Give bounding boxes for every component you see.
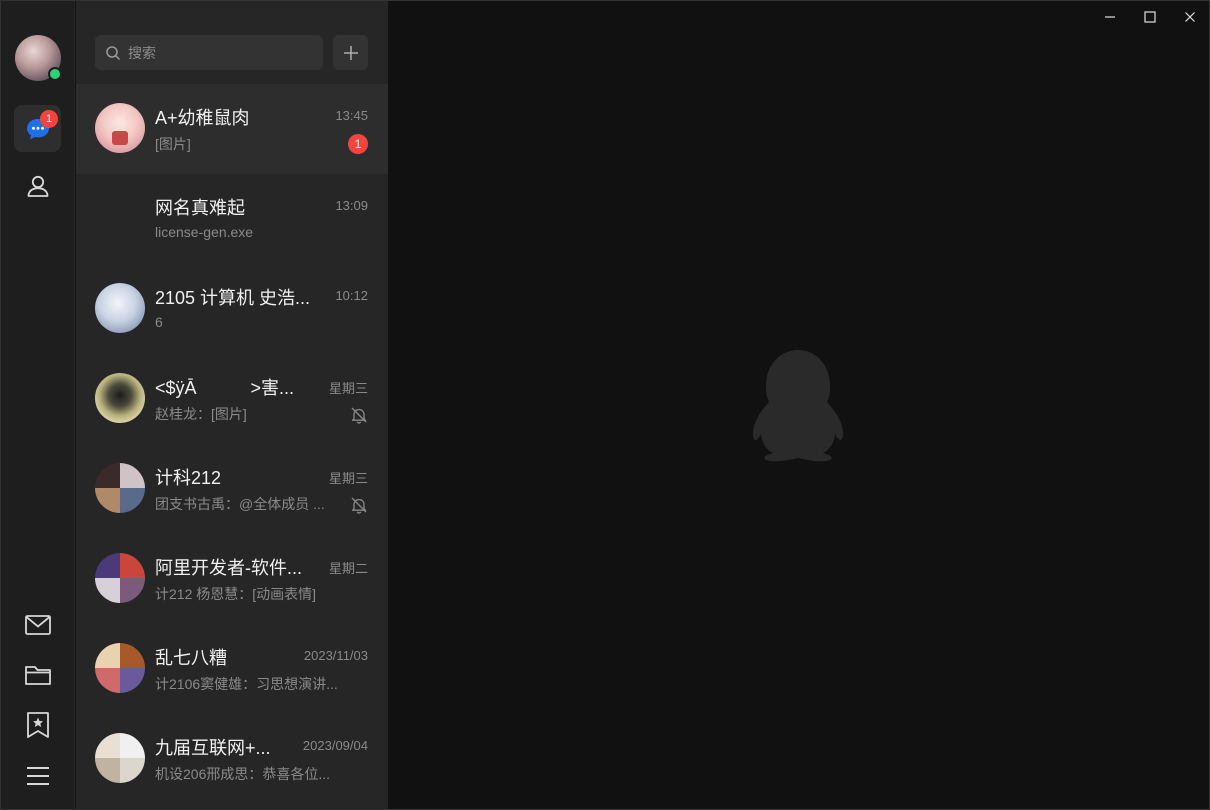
conversation-name: 计科212 xyxy=(155,468,222,488)
mail-nav-button[interactable] xyxy=(14,601,61,648)
plus-icon xyxy=(343,45,358,60)
conversation-avatar xyxy=(95,283,145,333)
conversation-name: A+幼稚鼠肉 xyxy=(155,108,250,128)
conversation-name: 乱七八糟 xyxy=(155,648,227,668)
unread-badge: 1 xyxy=(348,134,368,154)
nav-rail: 1 xyxy=(0,0,75,810)
conversation-list: A+幼稚鼠肉 13:45 [图片] 1 网名真难起 13:09 license-… xyxy=(76,84,388,804)
favorites-icon xyxy=(26,711,49,738)
conversation-preview: 计2106窦健雄：习思想演讲... xyxy=(155,676,338,692)
chat-area xyxy=(388,0,1210,810)
conversation-item[interactable]: 2105 计算机 史浩... 10:12 6 xyxy=(76,264,388,354)
files-nav-button[interactable] xyxy=(14,651,61,698)
search-box[interactable]: 搜索 xyxy=(95,35,323,70)
conversation-item[interactable]: 网名真难起 13:09 license-gen.exe xyxy=(76,174,388,264)
conversation-name: 网名真难起 xyxy=(155,198,245,218)
search-icon xyxy=(106,45,121,60)
conversation-preview: 计212 杨恩慧：[动画表情] xyxy=(155,586,317,602)
conversation-time: 10:12 xyxy=(335,288,368,303)
create-button[interactable] xyxy=(333,35,368,70)
maximize-icon xyxy=(1144,11,1156,23)
conversation-item[interactable]: A+幼稚鼠肉 13:45 [图片] 1 xyxy=(76,84,388,174)
conversation-time: 13:09 xyxy=(335,198,368,213)
messages-nav-button[interactable]: 1 xyxy=(14,105,61,152)
close-button[interactable] xyxy=(1170,0,1210,34)
conversation-time: 13:45 xyxy=(335,108,368,123)
conversation-item[interactable]: 阿里开发者-软件... 星期二 计212 杨恩慧：[动画表情] xyxy=(76,534,388,624)
conversation-avatar xyxy=(95,103,145,153)
window-controls xyxy=(1090,0,1210,34)
conversation-item[interactable]: 计科212 星期三 团支书古禹：@全体成员 ... xyxy=(76,444,388,534)
conversation-time: 星期二 xyxy=(328,561,368,576)
search-placeholder: 搜索 xyxy=(128,45,156,62)
minimize-button[interactable] xyxy=(1090,0,1130,34)
conversation-preview: 赵桂龙：[图片] xyxy=(155,406,247,422)
penguin-logo-icon xyxy=(752,350,844,462)
conversation-name: <$ÿĀ >害... xyxy=(155,378,295,398)
mute-bell-icon xyxy=(351,497,367,514)
conversation-item[interactable]: <$ÿĀ >害... 星期三 赵桂龙：[图片] xyxy=(76,354,388,444)
contacts-icon xyxy=(27,175,48,197)
conversation-preview: 团支书古禹：@全体成员 ... xyxy=(155,496,325,512)
conversation-item[interactable]: 九届互联网+... 2023/09/04 机设206邢成思：恭喜各位... xyxy=(76,714,388,804)
conversation-name: 阿里开发者-软件... xyxy=(155,558,302,578)
favorites-nav-button[interactable] xyxy=(14,701,61,748)
conversation-preview: [图片] xyxy=(155,136,191,152)
conversation-avatar xyxy=(95,553,145,603)
mute-bell-icon xyxy=(351,407,367,424)
main-menu-button[interactable] xyxy=(14,752,61,799)
conversation-preview: 机设206邢成思：恭喜各位... xyxy=(155,766,331,782)
conversation-time: 星期三 xyxy=(328,471,368,486)
conversation-time: 2023/11/03 xyxy=(303,648,368,663)
conversation-avatar xyxy=(95,193,145,243)
conversation-preview: 6 xyxy=(155,314,163,330)
menu-icon xyxy=(26,766,49,785)
conversation-list-panel: 搜索 A+幼稚鼠肉 13:45 [图片] 1 网名真难起 13:09 licen… xyxy=(76,0,388,810)
user-avatar[interactable] xyxy=(15,35,62,81)
maximize-button[interactable] xyxy=(1130,0,1170,34)
conversation-avatar xyxy=(95,733,145,783)
conversation-name: 2105 计算机 史浩... xyxy=(155,288,311,308)
conversation-avatar xyxy=(95,463,145,513)
conversation-time: 星期三 xyxy=(328,381,368,396)
conversation-avatar xyxy=(95,373,145,423)
messages-unread-badge: 1 xyxy=(40,110,58,128)
minimize-icon xyxy=(1105,16,1115,18)
conversation-item[interactable]: 乱七八糟 2023/11/03 计2106窦健雄：习思想演讲... xyxy=(76,624,388,714)
conversation-avatar xyxy=(95,643,145,693)
folder-icon xyxy=(24,665,51,685)
close-icon xyxy=(1185,12,1195,22)
contacts-nav-button[interactable] xyxy=(14,162,61,209)
conversation-preview: license-gen.exe xyxy=(155,224,254,240)
conversation-name: 九届互联网+... xyxy=(155,738,271,758)
conversation-time: 2023/09/04 xyxy=(302,738,368,753)
online-status-dot xyxy=(48,67,62,81)
mail-icon xyxy=(24,614,51,635)
